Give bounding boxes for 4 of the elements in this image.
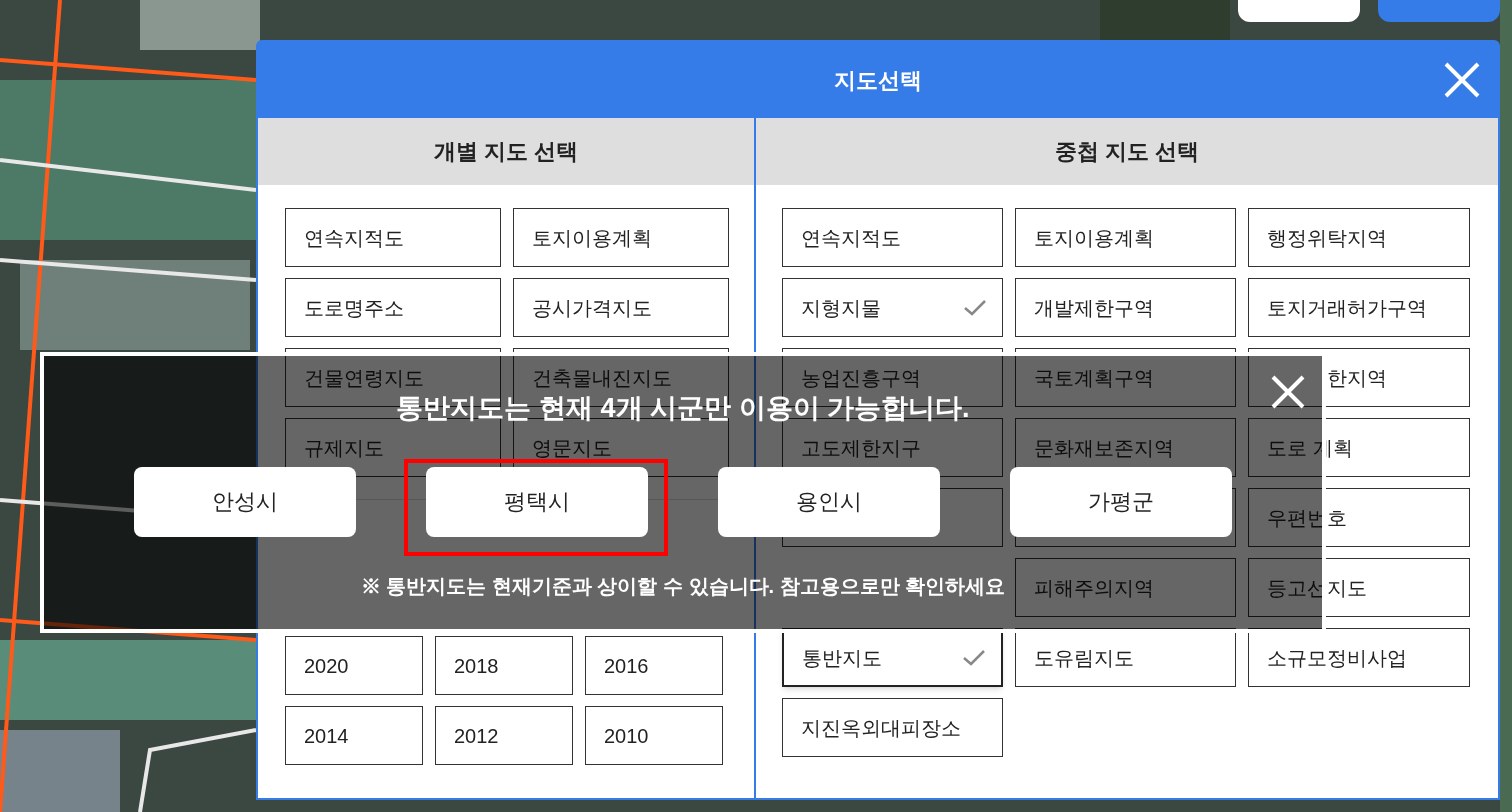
column-title: 중첩 지도 선택 bbox=[1054, 138, 1200, 166]
notice-note: ※ 통반지도는 현재기준과 상이할 수 있습니다. 참고용으로만 확인하세요 bbox=[360, 573, 1006, 599]
dialog-title: 지도선택 bbox=[834, 66, 922, 95]
column-title: 개별 지도 선택 bbox=[433, 138, 579, 166]
